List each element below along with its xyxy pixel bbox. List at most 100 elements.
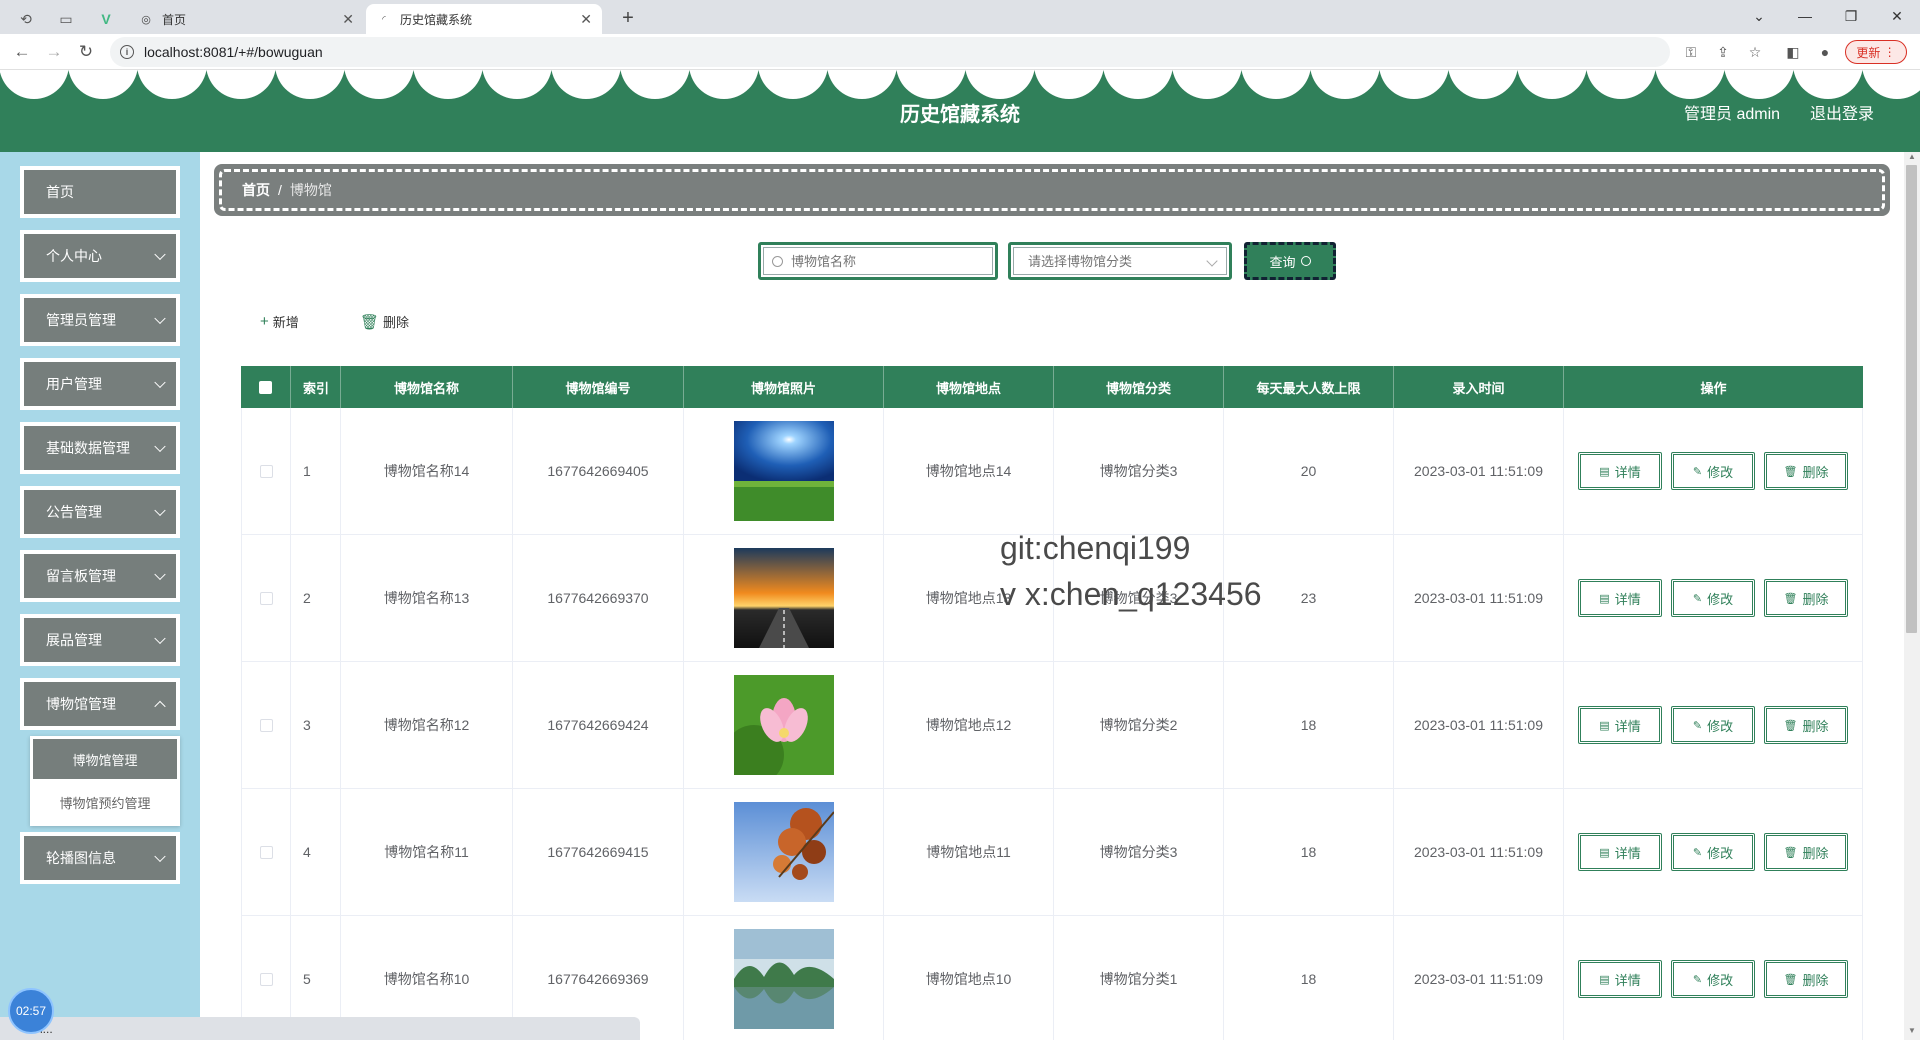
scroll-down-icon[interactable]: ▼ xyxy=(1904,1026,1920,1040)
sidebar-item-admins[interactable]: 管理员管理 xyxy=(20,294,180,346)
edit-label: 修改 xyxy=(1707,972,1734,988)
cell-max-visitors: 18 xyxy=(1224,789,1394,915)
add-button[interactable]: + 新增 xyxy=(260,312,299,331)
row-checkbox[interactable] xyxy=(241,789,291,915)
delete-button[interactable]: 🗑 删除 xyxy=(1764,579,1848,617)
star-icon[interactable]: ☆ xyxy=(1744,41,1766,63)
museum-category-select[interactable] xyxy=(1008,242,1232,280)
edit-button[interactable]: ✎ 修改 xyxy=(1671,960,1755,998)
row-checkbox[interactable] xyxy=(241,535,291,661)
sidebar-item-profile[interactable]: 个人中心 xyxy=(20,230,180,282)
chevron-down-icon xyxy=(154,376,166,389)
edit-button[interactable]: ✎ 修改 xyxy=(1671,579,1755,617)
cell-max-visitors: 18 xyxy=(1224,662,1394,788)
museum-photo[interactable] xyxy=(723,675,834,785)
chevron-down-icon xyxy=(154,850,166,863)
sidebar-item-exhibits[interactable]: 展品管理 xyxy=(20,614,180,666)
minimize-button[interactable]: — xyxy=(1782,2,1828,30)
sidebar-item-users[interactable]: 用户管理 xyxy=(20,358,180,410)
select-all-checkbox[interactable] xyxy=(241,366,291,408)
close-icon[interactable]: ✕ xyxy=(342,11,354,28)
detail-button[interactable]: ▤ 详情 xyxy=(1578,706,1662,744)
edit-label: 修改 xyxy=(1707,591,1734,607)
detail-button[interactable]: ▤ 详情 xyxy=(1578,960,1662,998)
edit-button[interactable]: ✎ 修改 xyxy=(1671,452,1755,490)
header-created-time: 录入时间 xyxy=(1394,366,1564,408)
sidebar-item-museums[interactable]: 博物馆管理 xyxy=(20,678,180,730)
chevron-down-icon xyxy=(154,248,166,261)
profile-icon[interactable]: ● xyxy=(1814,41,1836,63)
scallop-shape xyxy=(0,70,69,99)
forward-icon[interactable]: → xyxy=(42,40,66,64)
plus-icon: + xyxy=(260,313,269,330)
loading-icon: ◜ xyxy=(382,13,386,24)
table-header: 索引 博物馆名称 博物馆编号 博物馆照片 博物馆地点 博物馆分类 每天最大人数上… xyxy=(241,366,1863,408)
breadcrumb-home[interactable]: 首页 xyxy=(242,180,270,200)
tab-search-icon[interactable]: ⌄ xyxy=(1736,2,1782,30)
key-icon[interactable]: ⚿ xyxy=(1680,41,1702,63)
sidebar-item-basedata[interactable]: 基础数据管理 xyxy=(20,422,180,474)
document-icon: ▤ xyxy=(1599,465,1610,478)
edit-label: 修改 xyxy=(1707,845,1734,861)
detail-button[interactable]: ▤ 详情 xyxy=(1578,579,1662,617)
sidebar-item-label: 基础数据管理 xyxy=(46,440,130,456)
delete-button[interactable]: 🗑 删除 xyxy=(1764,452,1848,490)
sidebar-item-messages[interactable]: 留言板管理 xyxy=(20,550,180,602)
cell-name: 博物馆名称14 xyxy=(341,408,513,534)
scroll-up-icon[interactable]: ▲ xyxy=(1904,152,1920,166)
batch-delete-button[interactable]: 🗑 删除 xyxy=(360,312,409,331)
search-icon xyxy=(772,255,783,267)
tab-home[interactable]: ◎ 首页 ✕ xyxy=(128,4,364,34)
new-tab-button[interactable]: + xyxy=(614,4,642,32)
trash-icon: 🗑 xyxy=(1783,465,1798,478)
blank-tab-icon[interactable]: ▭ xyxy=(52,5,80,33)
header-index: 索引 xyxy=(291,366,341,408)
submenu-museum-booking[interactable]: 博物馆预约管理 xyxy=(33,782,177,822)
restore-button[interactable]: ❐ xyxy=(1828,2,1874,30)
museum-category-input[interactable] xyxy=(1028,253,1208,269)
logout-link[interactable]: 退出登录 xyxy=(1810,100,1874,124)
sidebar-item-carousel[interactable]: 轮播图信息 xyxy=(20,832,180,884)
scallop-shape xyxy=(1448,70,1518,99)
chevron-down-icon xyxy=(154,632,166,645)
museum-name-search[interactable] xyxy=(758,242,998,280)
edit-button[interactable]: ✎ 修改 xyxy=(1671,833,1755,871)
cell-code: 1677642669405 xyxy=(513,408,684,534)
edit-button[interactable]: ✎ 修改 xyxy=(1671,706,1755,744)
scrollbar-thumb[interactable] xyxy=(1906,165,1917,633)
submenu-museum-manage[interactable]: 博物馆管理 xyxy=(33,739,177,779)
museum-photo[interactable] xyxy=(733,421,834,521)
vue-tab-icon[interactable]: V xyxy=(92,5,120,33)
back-icon[interactable]: ← xyxy=(10,40,34,64)
museum-photo[interactable] xyxy=(733,802,835,902)
update-button[interactable]: 更新 ⋮ xyxy=(1845,40,1907,64)
delete-label: 删除 xyxy=(1802,718,1829,734)
url-bar[interactable]: i localhost:8081/+#/bowuguan xyxy=(110,37,1670,67)
delete-button[interactable]: 🗑 删除 xyxy=(1764,960,1848,998)
museum-photo[interactable] xyxy=(733,548,834,648)
close-icon[interactable]: ✕ xyxy=(580,11,592,28)
pencil-icon: ✎ xyxy=(1692,846,1703,859)
window-close-button[interactable]: ✕ xyxy=(1874,2,1920,30)
reload-icon[interactable]: ↻ xyxy=(74,40,98,64)
detail-button[interactable]: ▤ 详情 xyxy=(1578,833,1662,871)
watermark-git: git:chenqi199 xyxy=(1000,530,1191,566)
museum-photo[interactable] xyxy=(733,929,834,1029)
row-checkbox[interactable] xyxy=(241,662,291,788)
museum-submenu: 博物馆管理 博物馆预约管理 xyxy=(30,736,180,826)
tab-system[interactable]: ◜ 历史馆藏系统 ✕ xyxy=(366,4,602,34)
sidebar-item-home[interactable]: 首页 xyxy=(20,166,180,218)
browser-history-icon[interactable]: ⟲ xyxy=(12,5,40,33)
museum-name-input[interactable] xyxy=(791,253,971,269)
museum-table: 索引 博物馆名称 博物馆编号 博物馆照片 博物馆地点 博物馆分类 每天最大人数上… xyxy=(241,366,1863,1040)
sidepanel-icon[interactable]: ◧ xyxy=(1782,41,1804,63)
share-icon[interactable]: ⇪ xyxy=(1712,41,1734,63)
query-button[interactable]: 查询 xyxy=(1244,242,1336,280)
sidebar-item-label: 首页 xyxy=(46,184,74,200)
row-checkbox[interactable] xyxy=(241,408,291,534)
delete-button[interactable]: 🗑 删除 xyxy=(1764,706,1848,744)
delete-button[interactable]: 🗑 删除 xyxy=(1764,833,1848,871)
info-icon[interactable]: i xyxy=(120,45,134,59)
sidebar-item-notices[interactable]: 公告管理 xyxy=(20,486,180,538)
detail-button[interactable]: ▤ 详情 xyxy=(1578,452,1662,490)
